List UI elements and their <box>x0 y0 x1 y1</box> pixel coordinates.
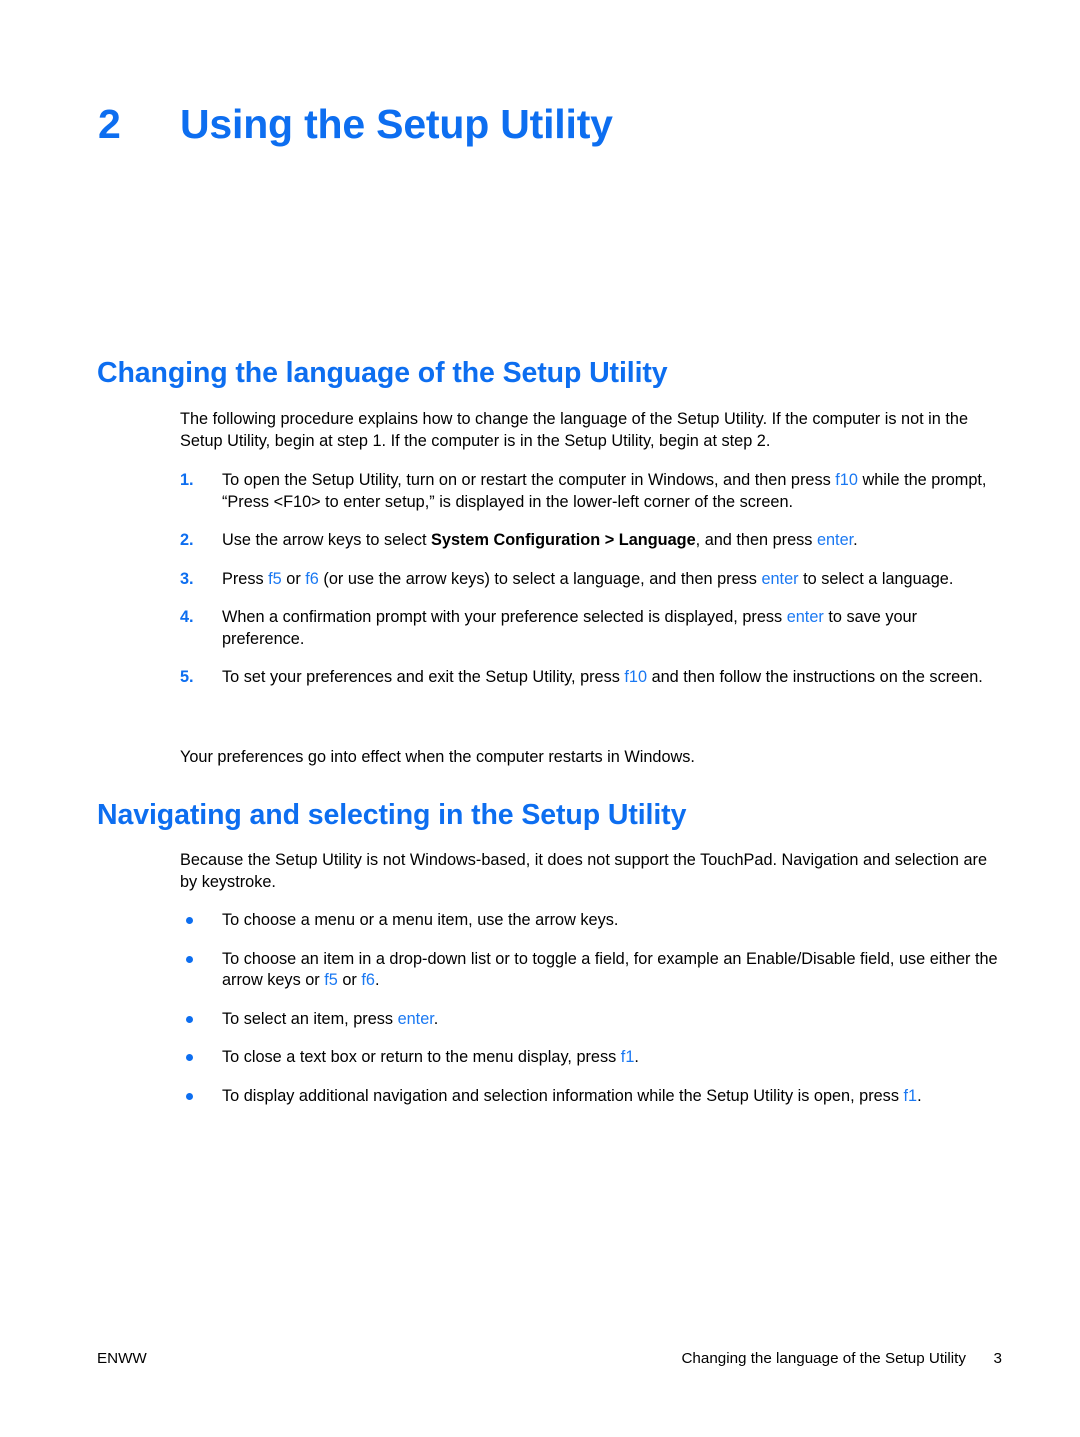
menu-path-bold: System Configuration > Language <box>431 531 696 549</box>
bullet-dot-icon <box>180 910 222 932</box>
step-text: Use the arrow keys to select System Conf… <box>222 530 1002 552</box>
key-name: f6 <box>305 569 319 588</box>
footer-right-group: Changing the language of the Setup Utili… <box>681 1349 1002 1369</box>
text-run: and then follow the instructions on the … <box>647 668 983 686</box>
footer-locale-label: ENWW <box>97 1350 147 1367</box>
text-run: To display additional navigation and sel… <box>222 1086 904 1105</box>
numbered-step-item: 5. To set your preferences and exit the S… <box>180 667 1002 689</box>
key-name: f1 <box>620 1048 635 1066</box>
key-name: f5 <box>268 569 282 588</box>
text-run: Use the arrow keys to select <box>222 531 432 549</box>
step-number: 2. <box>180 531 194 549</box>
bullet-list-item: To choose a menu or a menu item, use the… <box>180 910 1002 932</box>
bullet-list-item: To choose an item in a drop-down list or… <box>180 949 1002 992</box>
text-run: , and then press <box>695 531 817 549</box>
key-name: f1 <box>903 1086 918 1105</box>
step-text: To open the Setup Utility, turn on or re… <box>222 470 1002 513</box>
key-name: enter <box>397 1009 434 1028</box>
bullet-dot-icon <box>180 1009 222 1031</box>
text-run: To close a text box or return to the men… <box>222 1048 621 1066</box>
text-run: When a confirmation prompt with your pre… <box>222 608 787 626</box>
numbered-step-item: 2. Use the arrow keys to select System Co… <box>180 530 1002 552</box>
text-run: to select a language. <box>798 569 954 588</box>
chapter-number: 2 <box>98 101 121 147</box>
text-run: . <box>433 1009 439 1028</box>
numbered-step-item: 3. Press f5 or f6 (or use the arrow keys)… <box>180 569 1002 591</box>
step-number: 4. <box>180 608 194 626</box>
text-run: or <box>281 569 306 588</box>
text-run: To choose a menu or a menu item, use the… <box>222 911 619 929</box>
bullet-list-item: To select an item, press enter. <box>180 1009 1002 1031</box>
footer-section-title: Changing the language of the Setup Utili… <box>681 1350 966 1367</box>
bullet-dot-icon <box>180 1047 222 1069</box>
step-text: Press f5 or f6 (or use the arrow keys) t… <box>222 569 1002 591</box>
step-number: 1. <box>180 471 194 489</box>
numbered-step-item: 4. When a confirmation prompt with your p… <box>180 607 1002 650</box>
text-run: To set your preferences and exit the Set… <box>222 668 625 686</box>
bullet-text: To choose a menu or a menu item, use the… <box>222 910 1002 932</box>
bullet-text: To display additional navigation and sel… <box>222 1086 1002 1108</box>
key-name: f5 <box>324 971 338 989</box>
navigation-intro-paragraph: Because the Setup Utility is not Windows… <box>180 851 988 891</box>
step-number: 3. <box>180 569 194 588</box>
bullet-list: To choose a menu or a menu item, use the… <box>180 910 1002 1124</box>
text-run: . <box>634 1048 639 1066</box>
section-heading-navigating-selecting: Navigating and selecting in the Setup Ut… <box>97 799 687 831</box>
text-run: To select an item, press <box>222 1009 398 1028</box>
text-run: (or use the arrow keys) to select a lang… <box>318 569 762 588</box>
bullet-dot-icon <box>180 949 222 971</box>
text-run: . <box>917 1086 922 1105</box>
text-run: . <box>374 971 380 989</box>
text-run: or <box>337 971 362 989</box>
numbered-step-item: 1. To open the Setup Utility, turn on or … <box>180 470 1002 513</box>
step-text: To set your preferences and exit the Set… <box>222 667 1002 689</box>
chapter-title-text: Using the Setup Utility <box>180 101 613 147</box>
section-closing-paragraph: Your preferences go into effect when the… <box>180 748 695 766</box>
key-name: enter <box>786 608 824 626</box>
bullet-list-item: To close a text box or return to the men… <box>180 1047 1002 1069</box>
step-number: 5. <box>180 668 194 686</box>
section-intro-paragraph: The following procedure explains how to … <box>180 410 969 450</box>
text-run: Press <box>222 569 269 588</box>
section-heading-changing-language: Changing the language of the Setup Utili… <box>97 357 668 389</box>
numbered-steps-list: 1. To open the Setup Utility, turn on or … <box>180 470 1002 706</box>
key-name: enter <box>816 531 854 549</box>
chapter-title: 2 Using the Setup Utility <box>98 101 998 147</box>
page-footer: ENWW Changing the language of the Setup … <box>97 1349 1002 1369</box>
text-run: To open the Setup Utility, turn on or re… <box>222 471 836 489</box>
text-run: . <box>853 531 858 549</box>
bullet-text: To choose an item in a drop-down list or… <box>222 949 1002 992</box>
step-text: When a confirmation prompt with your pre… <box>222 607 1002 650</box>
bullet-list-item: To display additional navigation and sel… <box>180 1086 1002 1108</box>
bullet-text: To select an item, press enter. <box>222 1009 1002 1031</box>
key-name: f10 <box>624 668 648 686</box>
key-name: f10 <box>835 471 858 489</box>
bullet-dot-icon <box>180 1086 222 1108</box>
document-page: 2 Using the Setup Utility Changing the l… <box>0 0 1080 1437</box>
key-name: enter <box>761 569 799 588</box>
bullet-text: To close a text box or return to the men… <box>222 1047 1002 1069</box>
footer-page-number: 3 <box>993 1350 1002 1367</box>
key-name: f6 <box>361 971 375 989</box>
